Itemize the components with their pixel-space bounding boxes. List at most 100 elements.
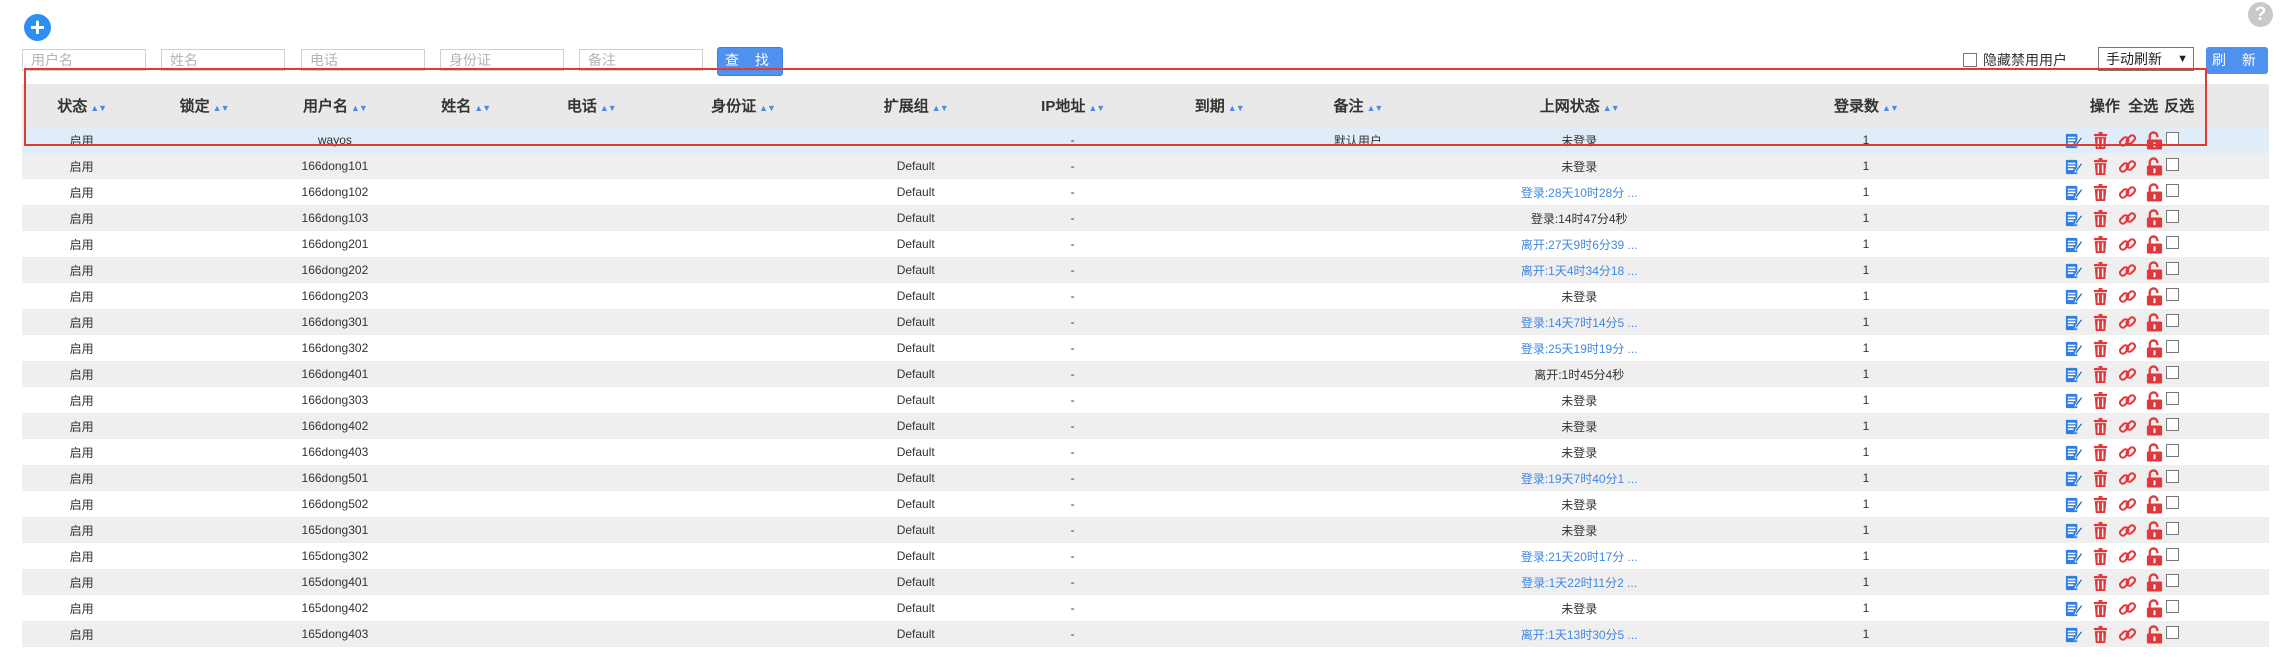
- link-icon[interactable]: [2118, 495, 2137, 514]
- table-row[interactable]: 启用 166dong201 Default - 离开:27天9时6分39 ... 1: [22, 231, 2269, 257]
- unlock-icon[interactable]: [2145, 182, 2164, 202]
- table-row[interactable]: 启用 166dong403 Default - 未登录 1: [22, 439, 2269, 465]
- link-icon[interactable]: [2118, 547, 2137, 566]
- table-row[interactable]: 启用 166dong102 Default - 登录:28天10时28分 ... 1: [22, 179, 2269, 205]
- link-icon[interactable]: [2118, 209, 2137, 228]
- link-icon[interactable]: [2118, 261, 2137, 280]
- trash-icon[interactable]: [2091, 209, 2110, 228]
- table-row[interactable]: 启用 166dong301 Default - 登录:14天7时14分5 ... 1: [22, 309, 2269, 335]
- unlock-icon[interactable]: [2145, 624, 2164, 644]
- trash-icon[interactable]: [2091, 391, 2110, 410]
- row-checkbox[interactable]: [2166, 288, 2180, 301]
- table-row[interactable]: 启用 166dong501 Default - 登录:19天7时40分1 ... 1: [22, 465, 2269, 491]
- cell-online[interactable]: 离开:27天9时6分39 ...: [1423, 231, 1735, 257]
- row-checkbox[interactable]: [2166, 574, 2180, 587]
- trash-icon[interactable]: [2091, 339, 2110, 358]
- table-row[interactable]: 启用 166dong402 Default - 未登录 1: [22, 413, 2269, 439]
- row-checkbox[interactable]: [2166, 210, 2180, 223]
- row-checkbox[interactable]: [2166, 600, 2180, 613]
- edit-icon[interactable]: [2064, 261, 2084, 280]
- row-checkbox[interactable]: [2166, 626, 2180, 639]
- trash-icon[interactable]: [2091, 521, 2110, 540]
- edit-icon[interactable]: [2064, 573, 2084, 592]
- table-row[interactable]: 启用 166dong203 Default - 未登录 1: [22, 283, 2269, 309]
- unlock-icon[interactable]: [2145, 286, 2164, 306]
- trash-icon[interactable]: [2091, 183, 2110, 202]
- link-icon[interactable]: [2118, 417, 2137, 436]
- unlock-icon[interactable]: [2145, 416, 2164, 436]
- trash-icon[interactable]: [2091, 365, 2110, 384]
- help-icon[interactable]: ?: [2248, 2, 2273, 27]
- row-checkbox[interactable]: [2166, 236, 2180, 249]
- cell-online[interactable]: 登录:28天10时28分 ...: [1423, 179, 1735, 205]
- cell-online[interactable]: 离开:1天13时30分5 ...: [1423, 621, 1736, 647]
- edit-icon[interactable]: [2064, 391, 2084, 410]
- edit-icon[interactable]: [2064, 547, 2084, 566]
- edit-icon[interactable]: [2064, 313, 2084, 332]
- unlock-icon[interactable]: [2145, 338, 2164, 358]
- link-icon[interactable]: [2118, 235, 2137, 254]
- row-checkbox[interactable]: [2166, 548, 2180, 561]
- row-checkbox[interactable]: [2166, 522, 2180, 535]
- row-checkbox[interactable]: [2166, 470, 2180, 483]
- edit-icon[interactable]: [2064, 469, 2084, 488]
- unlock-icon[interactable]: [2145, 520, 2164, 540]
- row-checkbox[interactable]: [2166, 262, 2180, 275]
- row-checkbox[interactable]: [2166, 158, 2180, 171]
- edit-icon[interactable]: [2064, 157, 2084, 176]
- unlock-icon[interactable]: [2145, 364, 2164, 384]
- link-icon[interactable]: [2118, 443, 2137, 462]
- table-row[interactable]: 启用 166dong101 Default - 未登录 1: [22, 153, 2269, 179]
- unlock-icon[interactable]: [2145, 468, 2164, 488]
- link-icon[interactable]: [2118, 157, 2137, 176]
- cell-online[interactable]: 登录:19天7时40分1 ...: [1423, 465, 1736, 491]
- trash-icon[interactable]: [2091, 287, 2110, 306]
- edit-icon[interactable]: [2064, 365, 2084, 384]
- trash-icon[interactable]: [2091, 573, 2110, 592]
- add-user-icon[interactable]: +: [24, 14, 51, 41]
- unlock-icon[interactable]: [2145, 598, 2164, 618]
- trash-icon[interactable]: [2091, 261, 2110, 280]
- hide-disabled-toggle[interactable]: 隐藏禁用用户: [1963, 50, 2067, 70]
- unlock-icon[interactable]: [2145, 234, 2164, 254]
- edit-icon[interactable]: [2064, 443, 2084, 462]
- unlock-icon[interactable]: [2145, 208, 2164, 228]
- edit-icon[interactable]: [2064, 209, 2084, 228]
- link-icon[interactable]: [2118, 469, 2137, 488]
- edit-icon[interactable]: [2064, 287, 2084, 306]
- table-row[interactable]: 启用 166dong401 Default - 离开:1时45分4秒 1: [22, 361, 2269, 387]
- hide-disabled-checkbox[interactable]: [1963, 53, 1977, 67]
- edit-icon[interactable]: [2064, 495, 2084, 514]
- table-row[interactable]: 启用 166dong103 Default - 登录:14时47分4秒 1: [22, 205, 2269, 231]
- row-checkbox[interactable]: [2166, 444, 2180, 457]
- link-icon[interactable]: [2118, 391, 2137, 410]
- row-checkbox[interactable]: [2166, 496, 2180, 509]
- trash-icon[interactable]: [2091, 495, 2110, 514]
- cell-online[interactable]: 离开:1天4时34分18 ...: [1423, 257, 1736, 283]
- link-icon[interactable]: [2118, 599, 2137, 618]
- edit-icon[interactable]: [2064, 235, 2084, 254]
- edit-icon[interactable]: [2064, 599, 2084, 618]
- row-checkbox[interactable]: [2166, 392, 2180, 405]
- table-row[interactable]: 启用 165dong402 Default - 未登录 1: [22, 595, 2269, 621]
- edit-icon[interactable]: [2064, 183, 2084, 202]
- cell-online[interactable]: 登录:21天20时17分 ...: [1423, 543, 1735, 569]
- unlock-icon[interactable]: [2145, 260, 2164, 280]
- trash-icon[interactable]: [2091, 599, 2110, 618]
- trash-icon[interactable]: [2091, 235, 2110, 254]
- row-checkbox[interactable]: [2166, 418, 2180, 431]
- unlock-icon[interactable]: [2145, 156, 2164, 176]
- table-row[interactable]: 启用 165dong302 Default - 登录:21天20时17分 ... 1: [22, 543, 2269, 569]
- link-icon[interactable]: [2118, 521, 2137, 540]
- trash-icon[interactable]: [2091, 157, 2110, 176]
- unlock-icon[interactable]: [2145, 572, 2164, 592]
- trash-icon[interactable]: [2091, 469, 2110, 488]
- link-icon[interactable]: [2118, 365, 2137, 384]
- link-icon[interactable]: [2118, 625, 2137, 644]
- link-icon[interactable]: [2118, 313, 2137, 332]
- table-row[interactable]: 启用 166dong202 Default - 离开:1天4时34分18 ... 1: [22, 257, 2269, 283]
- unlock-icon[interactable]: [2145, 494, 2164, 514]
- unlock-icon[interactable]: [2145, 546, 2164, 566]
- link-icon[interactable]: [2118, 183, 2137, 202]
- table-row[interactable]: 启用 165dong301 Default - 未登录 1: [22, 517, 2269, 543]
